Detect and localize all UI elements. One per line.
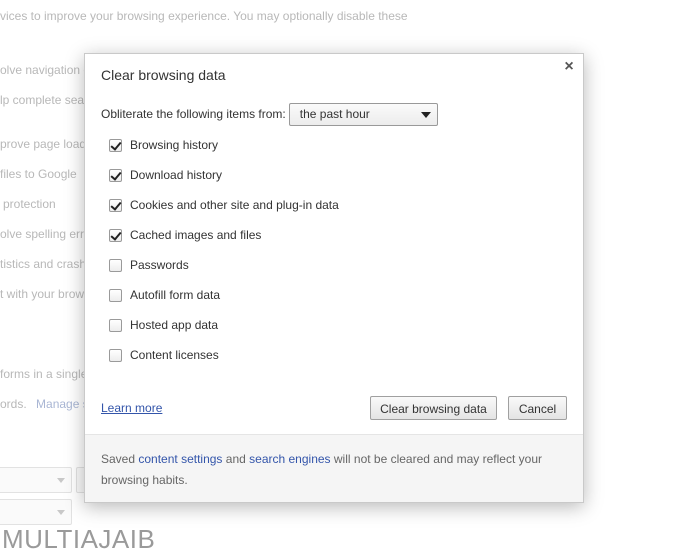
search-engines-link[interactable]: search engines	[249, 452, 330, 466]
chevron-down-icon	[420, 111, 431, 118]
time-range-select[interactable]: the past hour	[288, 102, 438, 126]
bg-text: ords.	[0, 397, 27, 411]
checkbox-row-browsing-history[interactable]: Browsing history	[109, 137, 218, 153]
cookies-checkbox[interactable]	[109, 198, 122, 212]
checkbox-label: Cached images and files	[130, 228, 262, 242]
bg-text-line: tistics and crash	[0, 257, 87, 271]
hosted-app-data-checkbox[interactable]	[109, 318, 122, 332]
checkbox-label: Passwords	[130, 258, 189, 272]
checkbox-row-cookies[interactable]: Cookies and other site and plug-in data	[109, 197, 339, 213]
checkbox-label: Browsing history	[130, 138, 219, 152]
browsing-history-checkbox[interactable]	[109, 138, 122, 152]
checkbox-label: Cookies and other site and plug-in data	[130, 198, 339, 212]
cached-images-checkbox[interactable]	[109, 228, 122, 242]
checkbox-label: Content licenses	[130, 348, 219, 362]
content-settings-link[interactable]: content settings	[138, 452, 222, 466]
checkbox-row-autofill[interactable]: Autofill form data	[109, 287, 220, 303]
bg-text-line: files to Google	[0, 167, 77, 181]
dialog-title: Clear browsing data	[101, 67, 226, 83]
checkbox-label: Hosted app data	[130, 318, 219, 332]
bg-dropdown[interactable]	[0, 499, 72, 525]
bg-text-line: forms in a single	[0, 367, 88, 381]
checkbox-row-cached-images[interactable]: Cached images and files	[109, 227, 261, 243]
footer-middle: and	[225, 452, 246, 466]
checkbox-label: Autofill form data	[130, 288, 221, 302]
time-range-label: Obliterate the following items from:	[101, 107, 286, 121]
bg-text-line: lp complete sear	[0, 93, 89, 107]
close-icon[interactable]: ×	[561, 59, 577, 75]
time-range-value: the past hour	[299, 106, 370, 121]
clear-browsing-data-button[interactable]: Clear browsing data	[370, 396, 497, 420]
chevron-down-icon	[57, 478, 65, 483]
bg-text-line: t with your brow	[0, 287, 85, 301]
dialog-footer: Saved content settings and search engine…	[85, 434, 583, 502]
chevron-down-icon	[57, 510, 65, 515]
autofill-checkbox[interactable]	[109, 288, 122, 302]
checkbox-row-download-history[interactable]: Download history	[109, 167, 222, 183]
time-range-row: Obliterate the following items from: the…	[101, 102, 438, 126]
bg-text-line: prove page load	[0, 137, 87, 151]
bg-dropdown[interactable]	[0, 467, 72, 493]
footer-prefix: Saved	[101, 452, 136, 466]
learn-more-link[interactable]: Learn more	[101, 401, 162, 415]
footer-text: Saved content settings and search engine…	[101, 449, 561, 491]
watermark: MULTIAJAIB	[2, 524, 156, 554]
bg-text-line: ords. Manage s	[0, 397, 89, 411]
download-history-checkbox[interactable]	[109, 168, 122, 182]
checkbox-row-hosted-app-data[interactable]: Hosted app data	[109, 317, 218, 333]
checkbox-label: Download history	[130, 168, 223, 182]
passwords-checkbox[interactable]	[109, 258, 122, 272]
bg-text-line: olve spelling erro	[0, 227, 91, 241]
bg-manage-link[interactable]: Manage s	[36, 397, 89, 411]
checkbox-row-passwords[interactable]: Passwords	[109, 257, 189, 273]
checkbox-row-content-licenses[interactable]: Content licenses	[109, 347, 219, 363]
bg-text-line: protection	[3, 197, 56, 211]
bg-text-line: vices to improve your browsing experienc…	[0, 9, 408, 23]
clear-browsing-data-dialog: Clear browsing data × Obliterate the fol…	[84, 53, 584, 503]
bg-text-line: olve navigation e	[0, 63, 91, 77]
content-licenses-checkbox[interactable]	[109, 348, 122, 362]
cancel-button[interactable]: Cancel	[508, 396, 567, 420]
